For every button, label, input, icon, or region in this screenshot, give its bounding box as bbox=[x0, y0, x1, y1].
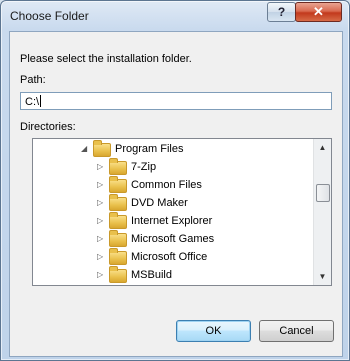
ok-button[interactable]: OK bbox=[176, 320, 251, 342]
tree-item-label: Program Files bbox=[115, 143, 184, 155]
tree-item-label: Microsoft Office bbox=[131, 251, 208, 263]
text-caret bbox=[40, 95, 42, 107]
expand-triangle-right-icon[interactable]: ▷ bbox=[97, 216, 107, 226]
folder-icon bbox=[109, 158, 127, 175]
folder-icon bbox=[109, 212, 127, 229]
tree-item-label: Internet Explorer bbox=[131, 215, 213, 227]
path-value: C:\ bbox=[25, 96, 40, 108]
tree-item-label: 7-Zip bbox=[131, 161, 157, 173]
folder-icon bbox=[109, 230, 127, 247]
scroll-up-button[interactable]: ▲ bbox=[314, 139, 331, 156]
choose-folder-dialog: Choose Folder ? ✕ Please select the inst… bbox=[0, 0, 350, 361]
scroll-down-button[interactable]: ▼ bbox=[314, 268, 331, 285]
tree-item-label: Microsoft Games bbox=[131, 233, 215, 245]
folder-icon bbox=[109, 248, 127, 265]
title-bar[interactable]: Choose Folder ? ✕ bbox=[1, 1, 349, 31]
expand-triangle-right-icon[interactable]: ▷ bbox=[97, 234, 107, 244]
directory-tree[interactable]: ◢ Program Files ▷ 7-Zip ▷ Common Files ▷ DVD Ma… bbox=[32, 138, 332, 286]
expand-triangle-right-icon[interactable]: ▷ bbox=[97, 252, 107, 262]
folder-icon bbox=[109, 176, 127, 193]
folder-icon bbox=[109, 194, 127, 211]
folder-icon bbox=[109, 266, 127, 283]
expand-triangle-right-icon[interactable]: ▷ bbox=[97, 162, 107, 172]
tree-item-label: MSBuild bbox=[131, 269, 172, 281]
tree-item-label: DVD Maker bbox=[131, 197, 188, 209]
tree-scrollbar[interactable]: ▲ ▼ bbox=[313, 139, 331, 285]
expand-triangle-down-icon[interactable]: ◢ bbox=[81, 144, 91, 154]
folder-icon bbox=[93, 140, 111, 157]
help-button[interactable]: ? bbox=[267, 2, 296, 22]
cancel-button[interactable]: Cancel bbox=[259, 320, 334, 342]
expand-triangle-right-icon[interactable]: ▷ bbox=[97, 180, 107, 190]
expand-triangle-right-icon[interactable]: ▷ bbox=[97, 270, 107, 280]
dialog-body: Please select the installation folder. P… bbox=[9, 31, 343, 357]
expand-triangle-right-icon[interactable]: ▷ bbox=[97, 198, 107, 208]
directories-label: Directories: bbox=[20, 121, 76, 133]
window-title: Choose Folder bbox=[10, 9, 89, 23]
tree-item-label: Common Files bbox=[131, 179, 202, 191]
scroll-thumb[interactable] bbox=[316, 184, 330, 202]
path-input[interactable]: C:\ bbox=[20, 92, 332, 110]
path-label: Path: bbox=[20, 74, 46, 86]
close-button[interactable]: ✕ bbox=[295, 2, 342, 22]
instruction-text: Please select the installation folder. bbox=[20, 53, 192, 65]
